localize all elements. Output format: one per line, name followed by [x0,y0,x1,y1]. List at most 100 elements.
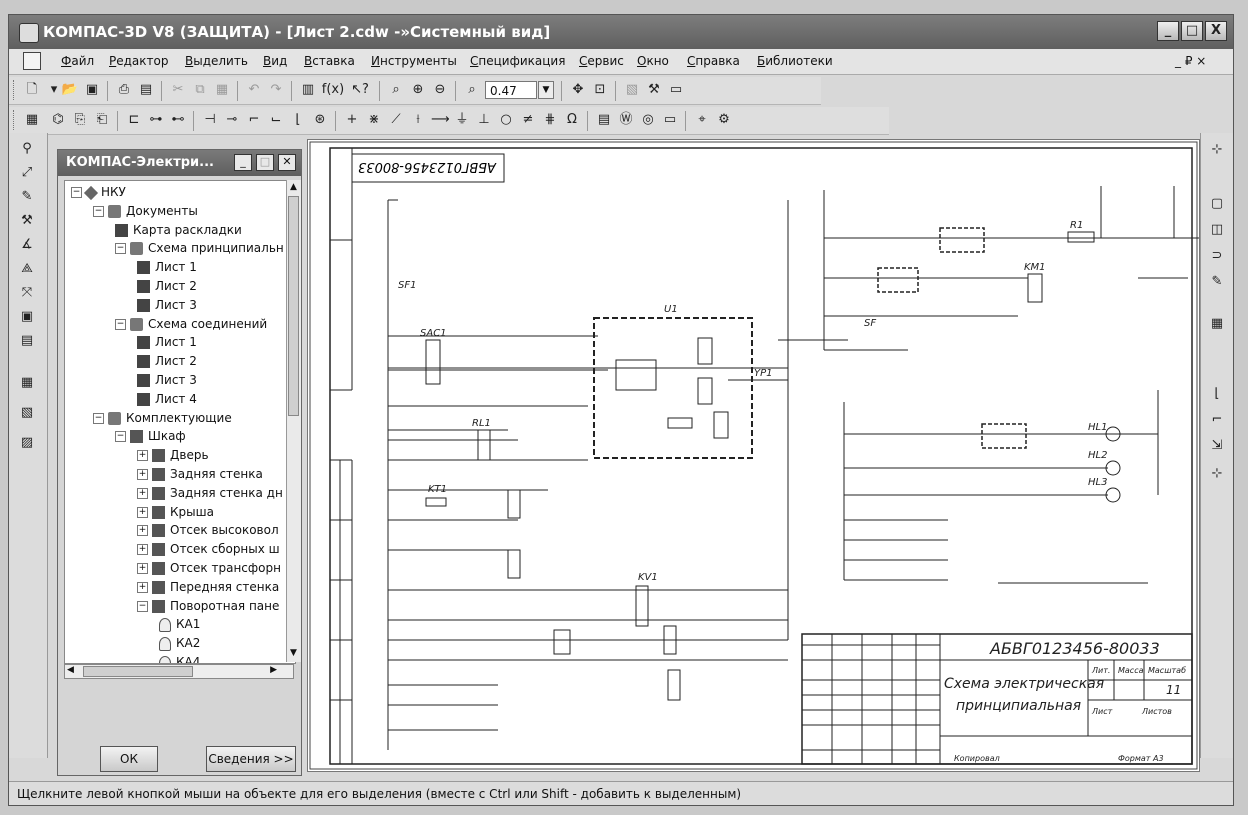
ok-button[interactable]: ОК [100,746,158,772]
mdi-window-controls[interactable]: _ ₽ × [1175,54,1206,68]
variables-icon[interactable]: ▥ [299,81,317,99]
expand-icon[interactable]: + [137,525,148,537]
paste-icon[interactable]: ▦ [213,81,231,99]
tree-item[interactable]: + Отсек сборных ш [137,540,280,558]
scroll-down-icon[interactable]: ▼ [288,648,299,660]
bus-icon[interactable]: ⟋ [387,111,405,129]
zoom-input[interactable]: 0.47 [485,81,537,99]
tree-item[interactable]: + Отсек трансфорн [137,559,281,577]
node-icon[interactable]: ⋇ [365,111,383,129]
measure-icon[interactable]: ⟁ [17,259,37,279]
edit-icon[interactable]: ⚒ [17,211,37,231]
report-icon[interactable]: ▤ [17,331,37,351]
scroll-up-icon[interactable]: ▲ [288,182,299,194]
menu-editor[interactable]: Редактор [109,54,168,68]
tree-item[interactable]: − Комплектующие [93,409,232,427]
menu-help[interactable]: Справка [687,54,740,68]
snap-grid-icon[interactable]: ▦ [1206,313,1228,335]
stack-icon[interactable]: ◫ [1206,219,1228,241]
zoom-out-icon[interactable]: ⊖ [431,81,449,99]
frame-icon[interactable]: ▨ [17,433,37,453]
new-icon[interactable]: 🗋 [23,81,41,99]
document-menu-icon[interactable] [23,52,41,70]
tree-item[interactable]: + Передняя стенка [137,578,279,596]
scroll-thumb[interactable] [288,196,299,416]
menu-select[interactable]: Выделить [185,54,248,68]
grid-icon[interactable]: ⊹ [1206,139,1228,161]
collapse-icon[interactable]: − [93,412,104,424]
panel-maximize-button[interactable]: □ [256,154,274,171]
tree-item[interactable]: КА2 [159,634,200,652]
geometry-icon[interactable]: ⚲ [17,139,37,159]
settings-icon[interactable]: ⚙ [715,111,733,129]
parameter-icon[interactable]: ∡ [17,235,37,255]
menu-insert[interactable]: Вставка [304,54,355,68]
copy-icon[interactable]: ⧉ [191,81,209,99]
open-icon[interactable]: 📂 [61,81,79,99]
omega-icon[interactable]: Ω [563,111,581,129]
vertical-line-icon[interactable]: ⟊ [409,111,427,129]
tree-item[interactable]: − Схема принципиальн [115,239,284,257]
select-tool-icon[interactable]: ⤧ [17,283,37,303]
tools-icon[interactable]: ⚒ [645,81,663,99]
tree-horizontal-scrollbar[interactable]: ◀ ▶ [64,664,294,679]
zoom-dropdown-arrow[interactable]: ▼ [538,81,554,99]
cut-icon[interactable]: ✂ [169,81,187,99]
wire-break-icon[interactable]: ⌙ [267,111,285,129]
insert-element-icon[interactable]: ⊏ [125,111,143,129]
scroll-right-icon[interactable]: ▶ [270,665,277,675]
collapse-icon[interactable]: − [115,318,126,330]
scroll-left-icon[interactable]: ◀ [67,665,74,675]
layout-icon[interactable]: ▦ [17,373,37,393]
axis-icon[interactable]: ⊹ [1206,463,1228,485]
scheme-icon[interactable]: ⌬ [49,111,67,129]
wire-route-icon[interactable]: ⌊ [289,111,307,129]
library-icon[interactable]: ⎗ [93,111,111,129]
snap-icon[interactable]: ⇲ [1206,435,1228,457]
menu-view[interactable]: Вид [263,54,287,68]
preview-icon[interactable]: ▤ [137,81,155,99]
collapse-icon[interactable]: − [115,431,126,443]
tree-item[interactable]: − НКУ [71,183,126,201]
line-connect-icon[interactable]: ⊣ [201,111,219,129]
terminal-icon[interactable]: ⊸ [223,111,241,129]
tree-item[interactable]: КА4 [159,653,200,663]
up-icon[interactable]: ⊥ [475,111,493,129]
annotation-icon[interactable]: ✎ [17,187,37,207]
toolbar-grip-2[interactable] [13,110,18,130]
insert-contact-icon[interactable]: ⊶ [147,111,165,129]
h-scroll-thumb[interactable] [83,666,193,677]
formula-icon[interactable]: f(x) [321,81,345,99]
expand-icon[interactable]: + [137,469,148,480]
cable-icon[interactable]: ▭ [661,111,679,129]
tree-vertical-scrollbar[interactable]: ▲ ▼ [286,180,301,662]
display-icon[interactable]: ▭ [667,81,685,99]
wire-icon[interactable]: ⌐ [245,111,263,129]
tree-item[interactable]: + Дверь [137,446,209,464]
tree-item[interactable]: Лист 2 [137,277,197,295]
panel-close-button[interactable]: ✕ [278,154,296,171]
project-tree[interactable]: − НКУ − Документы Карта раскладки − Схема прин… [64,180,296,664]
insert-block-icon[interactable]: ⊷ [169,111,187,129]
pencil-icon[interactable]: ✎ [1206,271,1228,293]
layers-icon[interactable]: ▢ [1206,193,1228,215]
toolbar-grip[interactable] [13,80,18,100]
menu-window[interactable]: Окно [637,54,669,68]
circle-icon[interactable]: ○ [497,111,515,129]
sheet-icon[interactable]: ▧ [17,403,37,423]
collapse-icon[interactable]: − [137,600,148,612]
expand-icon[interactable]: + [137,450,148,462]
table-icon[interactable]: ▤ [595,111,613,129]
zoom-scale-icon[interactable]: ⌕ [463,81,481,99]
dimension-icon[interactable]: ⤢ [17,163,37,183]
zoom-in-icon[interactable]: ⊕ [409,81,427,99]
tree-item[interactable]: − Схема соединений [115,315,267,333]
drawing-canvas[interactable]: АБВГ0123456-80033 SAC1 SF1 U1 RL1 KT1 KV… [307,139,1200,772]
menu-file[interactable]: Файл [61,54,94,68]
minimize-button[interactable]: _ [1157,21,1179,41]
tree-item[interactable]: + Крыша [137,503,214,521]
w1-icon[interactable]: Ⓦ [617,111,635,129]
kompas-app-icon[interactable] [19,23,39,43]
cross-icon[interactable]: + [343,111,361,129]
tree-item[interactable]: − Шкаф [115,427,186,445]
